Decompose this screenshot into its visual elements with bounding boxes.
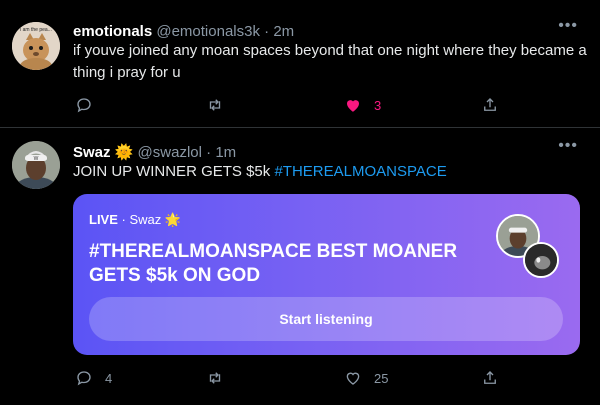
space-host-name: Swaz xyxy=(129,212,162,227)
share-icon xyxy=(484,371,496,384)
live-label: LIVE xyxy=(89,212,118,227)
star-icon: 🌟 xyxy=(164,212,182,227)
share-icon xyxy=(484,98,496,111)
space-card[interactable]: LIVE · Swaz 🌟 #THEREALMOANSPACE BEST MOA… xyxy=(73,194,580,355)
like-button[interactable]: 3 xyxy=(344,95,381,115)
separator-dot: · xyxy=(206,144,212,161)
tweet[interactable]: i am the pea... emotionals @emotionals3k… xyxy=(0,0,600,128)
start-listening-button[interactable]: Start listening xyxy=(89,297,563,341)
timestamp[interactable]: 1m xyxy=(215,144,236,161)
more-icon[interactable]: ••• xyxy=(558,17,578,35)
tweet-actions: 3 xyxy=(73,95,503,115)
space-live-row: LIVE · Swaz 🌟 xyxy=(89,212,181,228)
tweet-header: emotionals @emotionals3k · 2m xyxy=(73,23,294,40)
handle[interactable]: @swazlol xyxy=(138,144,202,161)
more-icon[interactable]: ••• xyxy=(558,137,578,155)
space-title: #THEREALMOANSPACE BEST MOANER GETS $5k O… xyxy=(89,241,458,286)
avatar-caption: i am the pea... xyxy=(20,27,52,33)
timestamp[interactable]: 2m xyxy=(273,23,294,40)
display-name[interactable]: emotionals xyxy=(73,23,152,40)
reply-count: 4 xyxy=(105,370,113,386)
tweet-text: if youve joined any moan spaces beyond t… xyxy=(73,42,587,81)
separator-dot: · xyxy=(264,23,270,40)
heart-icon xyxy=(347,100,359,112)
reply-icon xyxy=(77,98,91,113)
avatar[interactable]: i am the pea... xyxy=(12,22,60,70)
hashtag-link[interactable]: #THEREALMOANSPACE xyxy=(274,163,446,180)
reply-button[interactable]: 4 xyxy=(75,368,112,388)
sun-icon: 🌞 xyxy=(114,144,134,161)
retweet-icon xyxy=(209,372,221,384)
like-count: 25 xyxy=(374,370,389,386)
tweet-text-body: JOIN UP WINNER GETS $5k xyxy=(73,163,271,180)
like-count: 3 xyxy=(374,97,382,113)
retweet-button[interactable] xyxy=(206,95,224,115)
speaker-avatar xyxy=(523,242,559,278)
like-button[interactable]: 25 xyxy=(344,368,388,388)
heart-icon xyxy=(346,372,360,385)
reply-button[interactable] xyxy=(75,95,93,115)
reply-icon xyxy=(77,371,91,386)
display-name[interactable]: Swaz xyxy=(73,144,111,161)
separator-dot: · xyxy=(121,212,126,227)
retweet-button[interactable] xyxy=(206,368,224,388)
tweet-header: Swaz 🌞 @swazlol · 1m xyxy=(73,143,236,161)
share-button[interactable] xyxy=(481,95,499,115)
tweet-text: JOIN UP WINNER GETS $5k #THEREALMOANSPAC… xyxy=(73,161,447,183)
avatar[interactable]: W xyxy=(12,141,60,189)
tweet-actions: 4 25 xyxy=(73,368,503,388)
retweet-icon xyxy=(209,99,221,111)
svg-text:W: W xyxy=(34,156,39,162)
share-button[interactable] xyxy=(481,368,499,388)
tweet[interactable]: W Swaz 🌞 @swazlol · 1m ••• JOIN UP WINNE… xyxy=(0,128,600,405)
handle[interactable]: @emotionals3k xyxy=(156,23,260,40)
